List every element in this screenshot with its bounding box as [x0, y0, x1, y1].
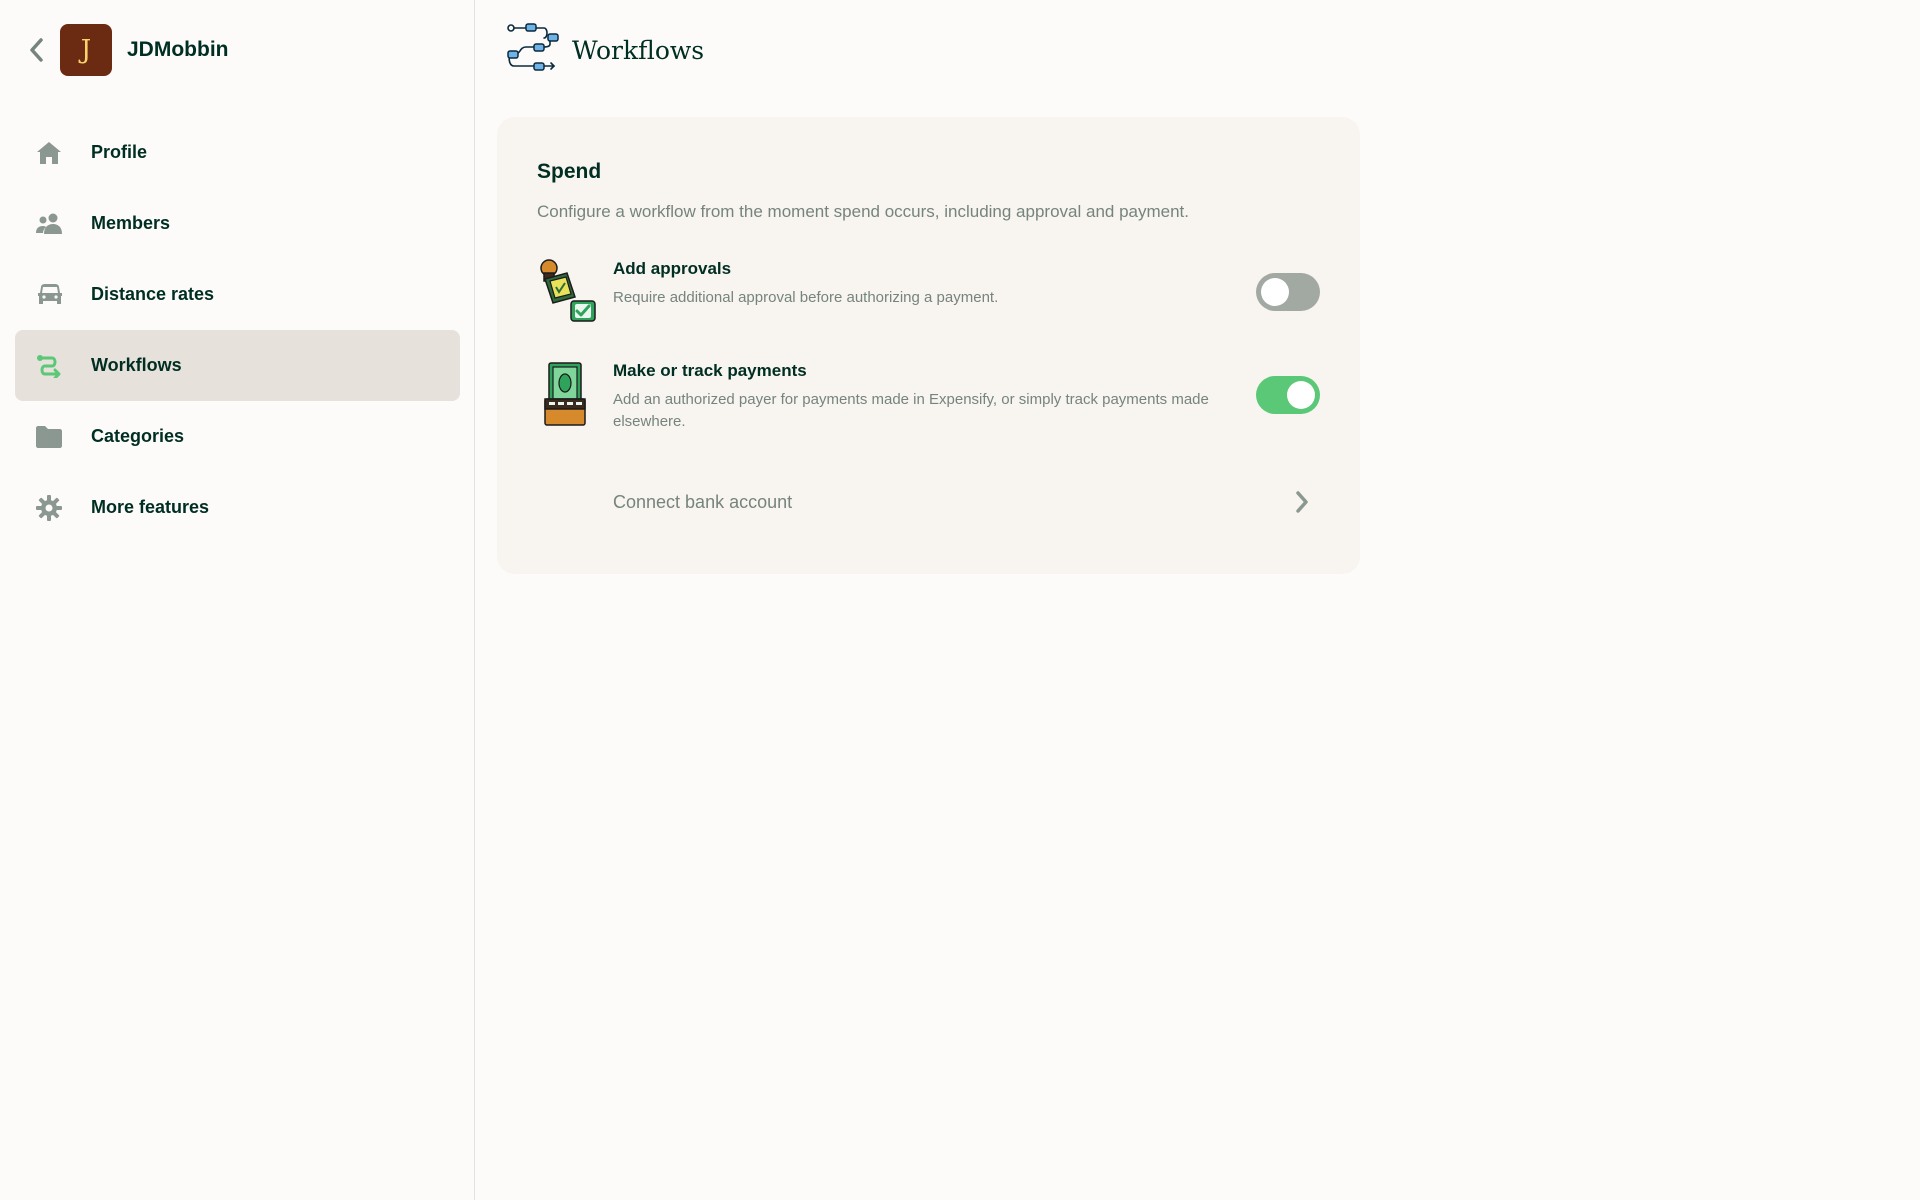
approval-stamp-icon	[537, 259, 597, 323]
sidebar-item-members[interactable]: Members	[15, 188, 460, 259]
home-icon	[36, 141, 86, 165]
sidebar: J JDMobbin Profile Members Distance rate…	[0, 0, 475, 1200]
chevron-left-icon	[30, 38, 43, 62]
car-icon	[36, 283, 86, 306]
sidebar-item-label: More features	[91, 497, 210, 517]
section-title: Spend	[537, 160, 602, 183]
payments-text: Make or track payments Add an authorized…	[613, 361, 1210, 433]
chevron-right-icon	[1294, 490, 1310, 519]
sidebar-item-label: Profile	[91, 142, 148, 162]
connect-bank-account-row[interactable]: Connect bank account	[613, 475, 1320, 529]
sidebar-item-more-features[interactable]: More features	[15, 472, 460, 543]
section-description: Configure a workflow from the moment spe…	[537, 202, 1190, 221]
page-title: Workflows	[572, 35, 705, 65]
sidebar-item-distance-rates[interactable]: Distance rates	[15, 259, 460, 330]
sidebar-item-label: Categories	[91, 426, 185, 446]
cash-register-icon	[537, 361, 597, 426]
toggle-knob	[1287, 381, 1315, 409]
connect-bank-account-label: Connect bank account	[613, 491, 793, 512]
gear-icon	[36, 494, 86, 521]
sidebar-item-label: Workflows	[91, 355, 182, 375]
page-header: Workflows	[506, 22, 705, 79]
sidebar-item-label: Distance rates	[91, 284, 215, 304]
toggle-knob	[1261, 278, 1289, 306]
sidebar-item-workflows[interactable]: Workflows	[15, 330, 460, 401]
sidebar-nav: Profile Members Distance rates Workflows…	[15, 117, 460, 543]
sidebar-item-categories[interactable]: Categories	[15, 401, 460, 472]
main-content: Workflows Spend Configure a workflow fro…	[476, 0, 1920, 1200]
approvals-toggle[interactable]	[1256, 273, 1320, 311]
folder-icon	[36, 425, 86, 448]
approvals-description: Require additional approval before autho…	[613, 289, 999, 306]
payments-toggle[interactable]	[1256, 376, 1320, 414]
workspace-name: JDMobbin	[127, 38, 229, 61]
back-button[interactable]	[20, 24, 52, 76]
approvals-text: Add approvals Require additional approva…	[613, 259, 1210, 309]
workspace-header: J JDMobbin	[20, 24, 228, 76]
payments-title: Make or track payments	[613, 361, 807, 380]
workflow-icon	[36, 354, 86, 378]
spend-section-card: Spend Configure a workflow from the mome…	[497, 117, 1360, 574]
workflows-illustration-icon	[506, 22, 560, 79]
sidebar-item-profile[interactable]: Profile	[15, 117, 460, 188]
sidebar-item-label: Members	[91, 213, 171, 233]
users-icon	[36, 213, 86, 235]
approvals-title: Add approvals	[613, 259, 732, 278]
workspace-avatar[interactable]: J	[60, 24, 112, 76]
payments-description: Add an authorized payer for payments mad…	[613, 391, 1209, 430]
